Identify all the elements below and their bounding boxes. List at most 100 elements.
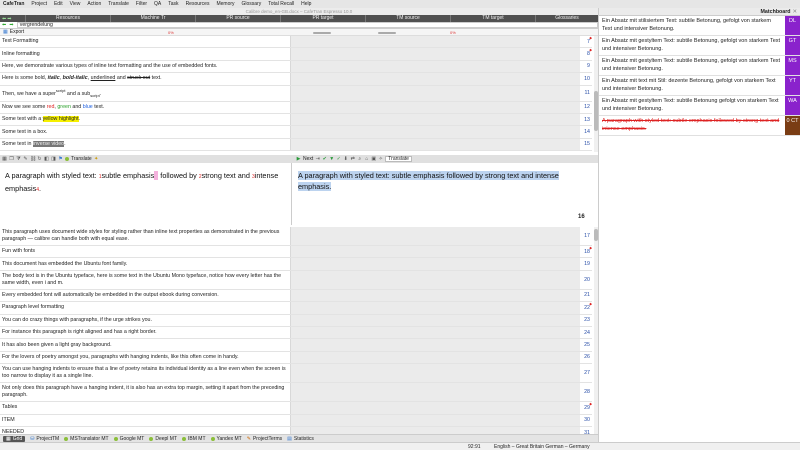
menu-qa[interactable]: QA: [154, 1, 161, 7]
segment-number[interactable]: 8 ◆: [580, 48, 592, 59]
menu-resources[interactable]: Resources: [186, 1, 210, 7]
segment-number[interactable]: 19: [580, 258, 592, 269]
copy-icon[interactable]: ❐: [9, 156, 14, 162]
down-icon[interactable]: ▼: [329, 156, 334, 162]
segment-source[interactable]: Paragraph level formatting: [0, 302, 290, 313]
segment-number[interactable]: 23: [580, 315, 592, 326]
segment-number[interactable]: 25: [580, 339, 592, 350]
segment-source[interactable]: This paragraph uses document wide styles…: [0, 227, 290, 245]
tab-mstranslator[interactable]: MSTranslator MT: [64, 436, 109, 442]
segment-source[interactable]: You can do crazy things with paragraphs,…: [0, 315, 290, 326]
tab-google-mt[interactable]: Google MT: [113, 436, 144, 442]
menu-view[interactable]: View: [70, 1, 81, 7]
next-button[interactable]: Next: [303, 156, 313, 162]
segment-target[interactable]: [290, 383, 580, 402]
segment-number[interactable]: 28: [580, 383, 592, 401]
segment-target[interactable]: [290, 289, 580, 302]
segment-target[interactable]: [290, 85, 580, 101]
segment-target[interactable]: [290, 270, 580, 289]
segment-row[interactable]: The body text is in the Ubuntu typeface,…: [0, 270, 592, 290]
tab-grid[interactable]: ▦ Grid: [3, 435, 26, 442]
menu-memory[interactable]: Memory: [216, 1, 234, 7]
segment-source[interactable]: Every embedded font will automatically b…: [0, 290, 290, 301]
edit-icon[interactable]: ✎: [23, 156, 28, 162]
star-icon[interactable]: ✧: [378, 156, 383, 162]
segment-source[interactable]: Text Formatting: [0, 36, 290, 47]
next-icon[interactable]: ➡: [9, 22, 13, 28]
target-text[interactable]: A paragraph with styled text: subtle emp…: [298, 171, 559, 191]
segment-target[interactable]: [290, 402, 580, 414]
check-icon[interactable]: ✓: [336, 156, 341, 162]
menu-task[interactable]: Task: [168, 1, 178, 7]
segment-target[interactable]: [290, 60, 580, 73]
app-menu[interactable]: CafeTran: [3, 1, 24, 7]
menu-total-recall[interactable]: Total Recall: [268, 1, 294, 7]
segment-row[interactable]: It has also been given a light gray back…: [0, 339, 592, 352]
segment-target[interactable]: [290, 73, 580, 85]
translate-select[interactable]: Translate: [385, 156, 412, 162]
segment-source[interactable]: ITEM: [0, 415, 290, 426]
segment-target[interactable]: [290, 113, 580, 126]
column-resources[interactable]: Resources: [25, 15, 110, 22]
forward-arrow-icon[interactable]: ➡: [7, 16, 11, 22]
segment-source[interactable]: The body text is in the Ubuntu typeface,…: [0, 271, 290, 289]
segment-source[interactable]: For the lovers of poetry amongst you, pa…: [0, 352, 290, 363]
segment-row[interactable]: Fun with fonts 18 ◆: [0, 246, 592, 259]
segment-row[interactable]: ITEM 30: [0, 414, 592, 427]
segment-row[interactable]: You can do crazy things with paragraphs,…: [0, 314, 592, 327]
segment-number[interactable]: 11: [580, 86, 592, 101]
filter-icon[interactable]: ⧩: [16, 156, 21, 162]
tab-ibm-mt[interactable]: IBM MT: [182, 436, 206, 442]
segment-source[interactable]: Inline formatting: [0, 48, 290, 59]
tab-project-tm[interactable]: ⛁ ProjectTM: [30, 436, 59, 442]
segment-row[interactable]: Every embedded font will automatically b…: [0, 289, 592, 303]
segment-target[interactable]: [290, 314, 580, 326]
segment-target[interactable]: [290, 227, 580, 245]
menu-translate[interactable]: Translate: [108, 1, 129, 7]
tab-project-terms[interactable]: ✎ ProjectTerms: [247, 436, 282, 442]
segment-source[interactable]: Fun with fonts: [0, 246, 290, 257]
column-pr-target[interactable]: PR target: [280, 15, 365, 22]
segment-target[interactable]: [290, 258, 580, 270]
segment-row[interactable]: Inline formatting 8 ◆: [0, 48, 592, 61]
segment-number[interactable]: 18 ◆: [580, 246, 592, 257]
segment-source[interactable]: This document has embedded the Ubuntu fo…: [0, 258, 290, 269]
match-item[interactable]: Ein Absatz mit gestyltem Text: subtile B…: [599, 36, 800, 56]
segment-row[interactable]: Some text in inverse video. 15: [0, 138, 592, 152]
segment-row[interactable]: Now we see some red, green and blue text…: [0, 101, 592, 114]
segment-number[interactable]: 7 ◆: [580, 36, 592, 47]
link-icon[interactable]: ⛓: [30, 156, 36, 162]
segment-number[interactable]: 13: [580, 114, 592, 125]
source-editor[interactable]: A paragraph with styled text: 1subtle em…: [0, 163, 292, 225]
swap-icon[interactable]: ⇄: [350, 156, 355, 162]
match-item[interactable]: Ein Absatz mit stilisiertem Text: subtil…: [599, 16, 800, 36]
source-slider[interactable]: [313, 32, 331, 34]
flag-icon[interactable]: ⚑: [58, 156, 63, 162]
segment-number[interactable]: 15: [580, 139, 592, 150]
tab-statistics[interactable]: ▤ Statistics: [287, 436, 314, 442]
segment-number[interactable]: 30: [580, 415, 592, 426]
target-editor[interactable]: A paragraph with styled text: subtle emp…: [293, 163, 598, 225]
segment-source[interactable]: NEEDED: [0, 427, 290, 434]
segment-row[interactable]: For instance this paragraph is right ali…: [0, 326, 592, 340]
segment-row[interactable]: NEEDED 31: [0, 426, 592, 434]
pin-icon[interactable]: ✦: [94, 156, 99, 162]
segment-source[interactable]: Some text in a box.: [0, 126, 290, 137]
segment-target[interactable]: [290, 351, 580, 364]
column-pr-source[interactable]: PR source: [195, 15, 280, 22]
segment-number[interactable]: 26: [580, 352, 592, 363]
segment-number[interactable]: 17: [580, 227, 592, 245]
segment-row[interactable]: You can use hanging indents to ensure th…: [0, 364, 592, 384]
segment-source[interactable]: Then, we have a superscript and a subscr…: [0, 86, 290, 101]
segment-row[interactable]: Paragraph level formatting 22 ◆: [0, 302, 592, 315]
segment-row[interactable]: Some text in a box. 14: [0, 126, 592, 139]
segment-source[interactable]: Some text with a yellow highlight.: [0, 114, 290, 125]
translate-button[interactable]: Translate: [71, 156, 92, 162]
segment-target[interactable]: [290, 414, 580, 426]
match-item[interactable]: Ein Absatz mit gestyltem Text: subtile B…: [599, 56, 800, 76]
segment-number[interactable]: 24: [580, 327, 592, 338]
segment-source[interactable]: For instance this paragraph is right ali…: [0, 327, 290, 338]
segment-row[interactable]: Tables 29 ◆: [0, 402, 592, 415]
export-button[interactable]: Export: [10, 29, 24, 35]
segment-source[interactable]: You can use hanging indents to ensure th…: [0, 364, 290, 382]
